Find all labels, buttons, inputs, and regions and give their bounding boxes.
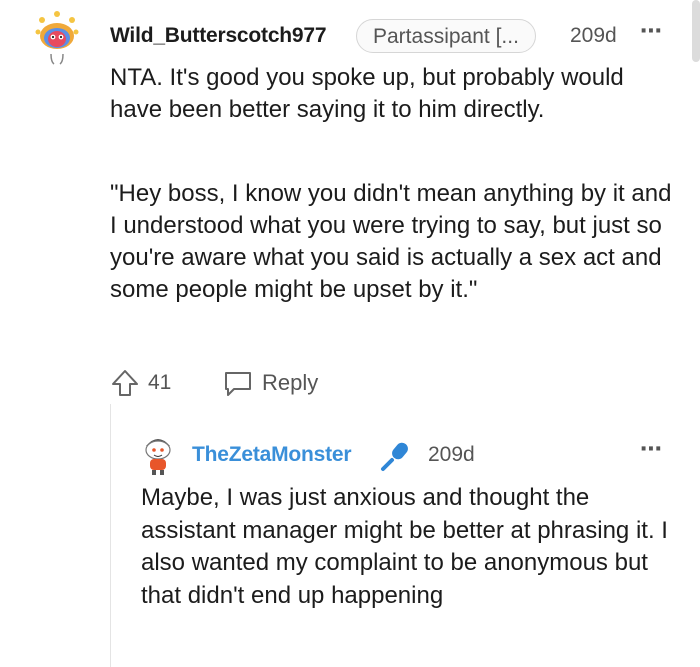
microphone-icon xyxy=(378,438,414,474)
user-avatar[interactable] xyxy=(34,10,80,68)
reply-body: Maybe, I was just anxious and thought th… xyxy=(141,484,668,609)
reply-bubble-icon xyxy=(225,372,251,396)
reply-button[interactable]: Reply xyxy=(222,366,318,400)
upvote-arrow-icon[interactable] xyxy=(110,368,140,398)
snoo-avatar-icon xyxy=(35,11,79,65)
reply-user-avatar[interactable] xyxy=(140,434,176,476)
reply-author[interactable]: TheZetaMonster xyxy=(192,443,352,467)
more-options-icon[interactable]: ⋯ xyxy=(640,18,663,44)
user-flair-badge: Partassipant [... xyxy=(356,19,536,53)
reply-label: Reply xyxy=(262,370,319,395)
comment-author[interactable]: Wild_Butterscotch977 xyxy=(110,24,327,48)
scrollbar[interactable] xyxy=(692,0,700,62)
vote-count: 41 xyxy=(148,371,172,394)
thread-line[interactable] xyxy=(110,404,111,667)
comment-paragraph: "Hey boss, I know you didn't mean anythi… xyxy=(110,180,672,303)
more-options-icon[interactable]: ⋯ xyxy=(640,436,663,462)
snoo-avatar-icon xyxy=(145,439,171,475)
comment-age: 209d xyxy=(570,24,617,47)
comment-paragraph: NTA. It's good you spoke up, but probabl… xyxy=(110,64,624,123)
upvote-control[interactable]: 41 xyxy=(110,366,171,400)
reply-age: 209d xyxy=(428,443,475,466)
